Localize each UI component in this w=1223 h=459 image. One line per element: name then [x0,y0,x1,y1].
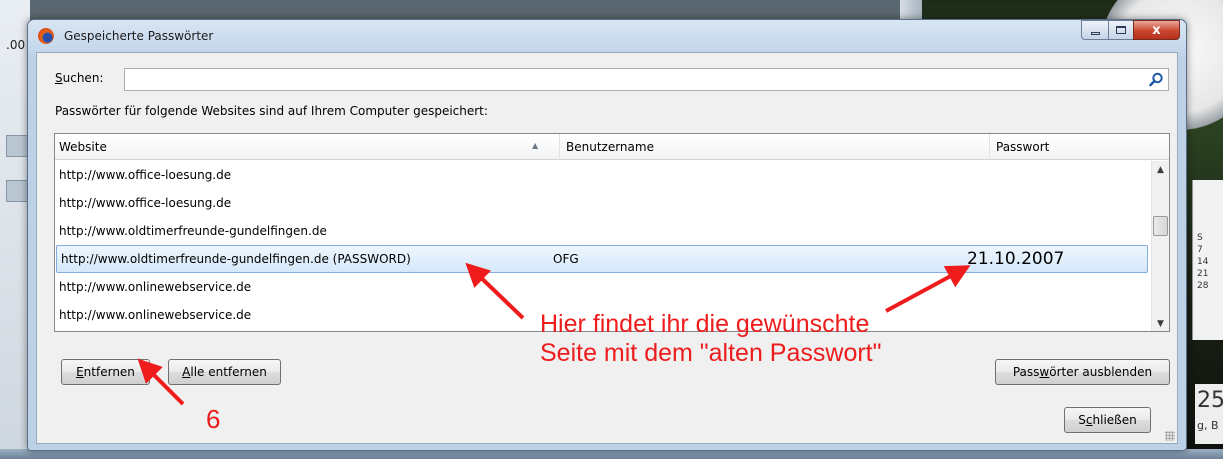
button-label-pre: S [1078,413,1086,427]
search-icon[interactable] [1149,72,1164,87]
button-accesskey: w [1039,365,1050,379]
clock-digits-text: 25 [1197,388,1223,413]
button-accesskey: E [76,365,84,379]
annotation-step-number: 6 [206,404,221,434]
scrollbar-thumb[interactable] [1153,216,1168,236]
title-bar[interactable]: Gespeicherte Passwörter x [28,20,1186,52]
scroll-down-arrow-icon[interactable]: ▼ [1152,315,1169,331]
background-toolbar-item [6,180,28,202]
dialog-content: Suchen: Passwörter für folgende Websites… [36,52,1178,444]
maximize-button[interactable] [1108,20,1133,40]
remove-all-button[interactable]: Alle entfernen [168,359,281,385]
table-row[interactable]: http://www.oldtimerfreunde-gundelfingen.… [55,217,1150,245]
background-toolbar-item [6,135,28,157]
button-label: lle entfernen [190,365,267,379]
caption-buttons: x [1081,20,1180,40]
button-accesskey: c [1085,413,1093,427]
sort-ascending-icon: ▲ [532,141,539,150]
button-label: örter ausblenden [1049,365,1153,379]
passwords-table[interactable]: Website ▲ Benutzername Passwort http://w… [54,133,1170,332]
column-header-label: Passwort [996,140,1050,154]
maximize-icon [1116,26,1126,34]
search-label-accesskey: S [55,71,63,85]
calendar-day: S [1197,233,1203,243]
clock-sub-text: g, B [1197,419,1219,432]
annotation-text: Hier findet ihr die gewünschte Seite mit… [540,310,882,368]
window-title: Gespeicherte Passwörter [64,29,214,43]
calendar-day: 28 [1197,281,1209,291]
cell-password: 21.10.2007 [967,249,1065,269]
cell-username: OFG [553,252,579,266]
table-row[interactable]: http://www.onlinewebservice.de [55,273,1150,301]
button-label-pre: Pass [1012,365,1040,379]
search-label: Suchen: [55,71,103,85]
background-window-left: .00 [0,0,30,459]
table-body: http://www.office-loesung.de http://www.… [55,161,1150,329]
cell-website: http://www.onlinewebservice.de [59,280,252,294]
search-field[interactable] [124,68,1169,91]
minimize-icon [1090,31,1100,35]
close-icon: x [1152,22,1161,38]
cell-website: http://www.onlinewebservice.de [59,308,252,322]
button-label: ntfernen [83,365,135,379]
background-text: .00 [6,38,26,52]
close-window-button[interactable]: x [1133,20,1180,40]
close-button[interactable]: Sc hließen [1064,407,1151,433]
calendar-day: 21 [1197,269,1209,279]
vertical-scrollbar[interactable]: ▲ ▼ [1151,161,1169,331]
button-label: hließen [1092,413,1137,427]
annotation-line: Hier findet ihr die gewünschte [540,310,870,338]
cell-website: http://www.office-loesung.de [59,196,232,210]
search-input[interactable] [125,69,1168,90]
table-header: Website ▲ Benutzername Passwort [55,134,1169,160]
cell-website: http://www.oldtimerfreunde-gundelfingen.… [59,224,327,238]
scroll-up-arrow-icon[interactable]: ▲ [1152,161,1169,178]
table-row-selected[interactable]: http://www.oldtimerfreunde-gundelfingen.… [56,245,1148,273]
table-row[interactable]: http://www.office-loesung.de [55,189,1150,217]
calendar-day: 7 [1197,245,1203,255]
annotation-line: Seite mit dem "alten Passwort" [540,339,882,367]
firefox-icon [38,28,54,44]
saved-passwords-dialog: Gespeicherte Passwörter x Suchen: Passwö… [27,19,1187,451]
column-header-username[interactable]: Benutzername [560,134,990,160]
cell-website: http://www.oldtimerfreunde-gundelfingen.… [61,252,411,266]
minimize-button[interactable] [1081,20,1108,40]
resize-grip-icon[interactable] [1165,431,1175,441]
button-accesskey: A [182,365,191,379]
table-row[interactable]: http://www.office-loesung.de [55,161,1150,189]
column-header-label: Benutzername [566,140,654,154]
column-header-label: Website [59,140,107,154]
info-text: Passwörter für folgende Websites sind au… [55,104,488,118]
calendar-day: 14 [1197,257,1209,267]
search-label-rest: uchen: [62,71,104,85]
hide-passwords-button[interactable]: Pass w örter ausblenden [995,359,1170,385]
remove-button[interactable]: Entfernen [61,359,150,385]
cell-website: http://www.office-loesung.de [59,168,232,182]
column-header-password[interactable]: Passwort [990,134,1169,160]
column-header-website[interactable]: Website [55,134,560,160]
calendar-gadget: S 7 14 21 28 [1192,180,1223,340]
clock-digits: 25 g, B [1195,384,1223,444]
